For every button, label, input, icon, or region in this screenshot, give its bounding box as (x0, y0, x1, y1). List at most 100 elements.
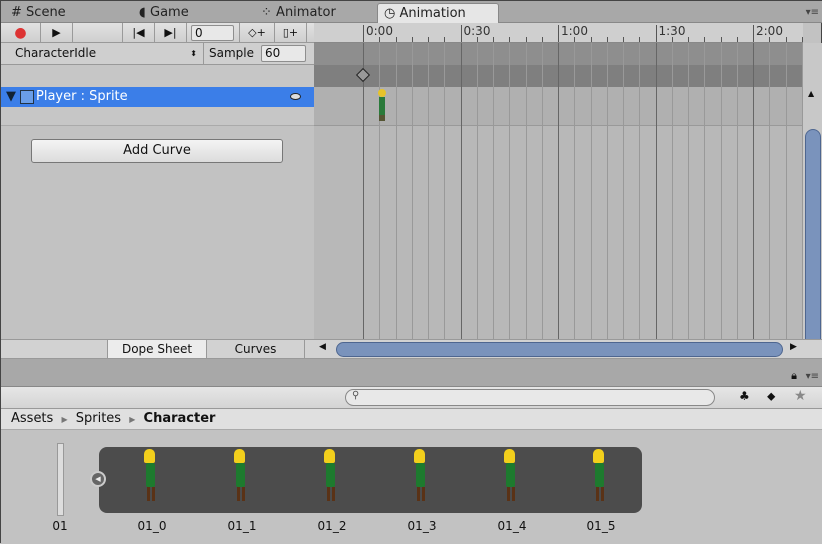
tab-game[interactable]: ◖ Game (133, 3, 189, 23)
asset-label: 01_3 (407, 519, 437, 533)
breadcrumb: Assets ▶ Sprites ▶ Character (1, 409, 822, 430)
ruler-label: 2:00 (756, 24, 783, 38)
grid-line (736, 43, 738, 339)
grid-line (444, 43, 446, 339)
ruler-tick (558, 25, 559, 42)
scroll-left-icon[interactable]: ◀ (319, 342, 326, 352)
keyframe-sprite-thumbnail[interactable] (376, 89, 388, 125)
grid-line (574, 43, 576, 339)
grid-line (428, 43, 429, 339)
scroll-up-icon[interactable]: ▲ (808, 89, 814, 98)
add-event-button[interactable]: ▯+ (275, 23, 307, 43)
ruler-label: 0:30 (463, 24, 491, 38)
tab-scene[interactable]: # Scene (5, 3, 66, 23)
breadcrumb-sprites[interactable]: Sprites (76, 411, 121, 426)
clock-icon: ◷ (384, 6, 396, 21)
menu-icon[interactable]: ▾≡ (806, 7, 819, 18)
tab-animation[interactable]: ◷ Animation (377, 3, 499, 23)
horizontal-scroll-thumb[interactable] (336, 342, 783, 357)
asset-label: 01_2 (317, 519, 347, 533)
breadcrumb-character[interactable]: Character (144, 411, 216, 426)
grid-line (509, 43, 511, 339)
sub-assets-strip (99, 447, 642, 513)
pacman-icon: ◖ (139, 5, 146, 20)
menu-icon[interactable]: ▾≡ (806, 371, 819, 382)
add-keyframe-button[interactable]: ◇+ (239, 23, 275, 43)
asset-label: 01_5 (586, 519, 616, 533)
grid-line (606, 43, 608, 339)
grid-line (541, 43, 543, 339)
asset-label: 01 (52, 519, 68, 533)
vertical-scroll-thumb[interactable] (805, 129, 821, 359)
window-tabs: # Scene ◖ Game ⁘ Animator ◷ Animation ▾≡ (1, 1, 822, 23)
play-button[interactable]: ▶ (41, 23, 73, 43)
record-button[interactable]: ● (1, 23, 41, 43)
asset-label: 01_4 (497, 519, 527, 533)
filter-by-type-icon[interactable]: ♣ (739, 389, 750, 403)
grid-line (558, 43, 559, 339)
asset-label: 01_1 (227, 519, 257, 533)
clip-row: CharacterIdle ⬍ Sample 60 (1, 43, 314, 65)
property-row[interactable]: ▼ Player : Sprite (1, 87, 314, 107)
updown-icon: ⬍ (190, 49, 197, 58)
grid-line (363, 43, 364, 339)
view-mode-bar: Dope Sheet Curves ◀ ▶ (1, 339, 822, 359)
sample-label: Sample (209, 46, 254, 60)
grid-line (769, 43, 771, 339)
ruler-label: 1:00 (561, 24, 588, 38)
grid-line (688, 43, 689, 339)
grid-line (753, 43, 754, 339)
grid-line (395, 43, 397, 339)
ruler-tick (753, 25, 754, 42)
grid-line (623, 43, 624, 339)
ruler-label: 1:30 (658, 24, 686, 38)
grid-line (525, 43, 527, 339)
ruler-tick (460, 25, 462, 42)
grid-line (655, 43, 657, 339)
ruler-tick (655, 25, 657, 42)
tab-curves[interactable]: Curves (207, 340, 305, 358)
favorite-star-icon[interactable]: ★ (794, 388, 807, 404)
sprite-thumbnail[interactable] (414, 449, 434, 507)
lock-icon[interactable]: 🔒︎ (791, 369, 797, 383)
sample-input[interactable]: 60 (261, 45, 306, 62)
sprite-thumbnail[interactable] (593, 449, 613, 507)
collapse-arrow-icon[interactable]: ◀ (90, 471, 106, 487)
animator-icon: ⁘ (261, 5, 272, 20)
grid-line (411, 43, 413, 339)
grid-line (639, 43, 641, 339)
asset-label: 01_0 (137, 519, 167, 533)
grid-line (704, 43, 706, 339)
grid-line (493, 43, 494, 339)
breadcrumb-assets[interactable]: Assets (11, 411, 53, 426)
clip-dropdown[interactable]: CharacterIdle ⬍ (1, 43, 204, 64)
tab-animator[interactable]: ⁘ Animator (255, 3, 336, 23)
sprite-thumbnail[interactable] (144, 449, 164, 507)
grid-line (785, 43, 787, 339)
grid-line (460, 43, 462, 339)
sprite-thumbnail[interactable] (504, 449, 524, 507)
foldout-arrow-icon[interactable]: ▼ (6, 87, 16, 107)
frame-input[interactable]: 0 (191, 25, 234, 41)
animation-toolbar: ● ▶ |◀ ▶| 0 ◇+ ▯+ (1, 23, 314, 43)
dopesheet-timeline[interactable] (314, 43, 803, 339)
keyframe-toggle-icon[interactable] (290, 93, 301, 100)
sprite-thumbnail[interactable] (234, 449, 254, 507)
add-curve-button[interactable]: Add Curve (31, 139, 283, 163)
grid-line (476, 43, 478, 339)
vertical-scrollbar[interactable]: ▲ (803, 43, 822, 359)
grid-line (590, 43, 592, 339)
scroll-right-icon[interactable]: ▶ (790, 342, 797, 352)
sprite-renderer-icon (20, 90, 34, 104)
search-input[interactable] (345, 389, 715, 406)
timeline-ruler[interactable]: 0:00 0:30 1:00 1:30 2:00 (314, 23, 803, 43)
tab-dope-sheet[interactable]: Dope Sheet (107, 340, 207, 358)
sprite-sheet-thumbnail[interactable] (57, 443, 64, 516)
search-icon: ⚲ (352, 390, 360, 401)
sprite-thumbnail[interactable] (324, 449, 344, 507)
label-tag-icon[interactable]: ⬥ (767, 389, 775, 404)
grid-line (671, 43, 673, 339)
next-key-button[interactable]: ▶| (155, 23, 187, 43)
ruler-tick (363, 25, 364, 42)
prev-key-button[interactable]: |◀ (123, 23, 155, 43)
